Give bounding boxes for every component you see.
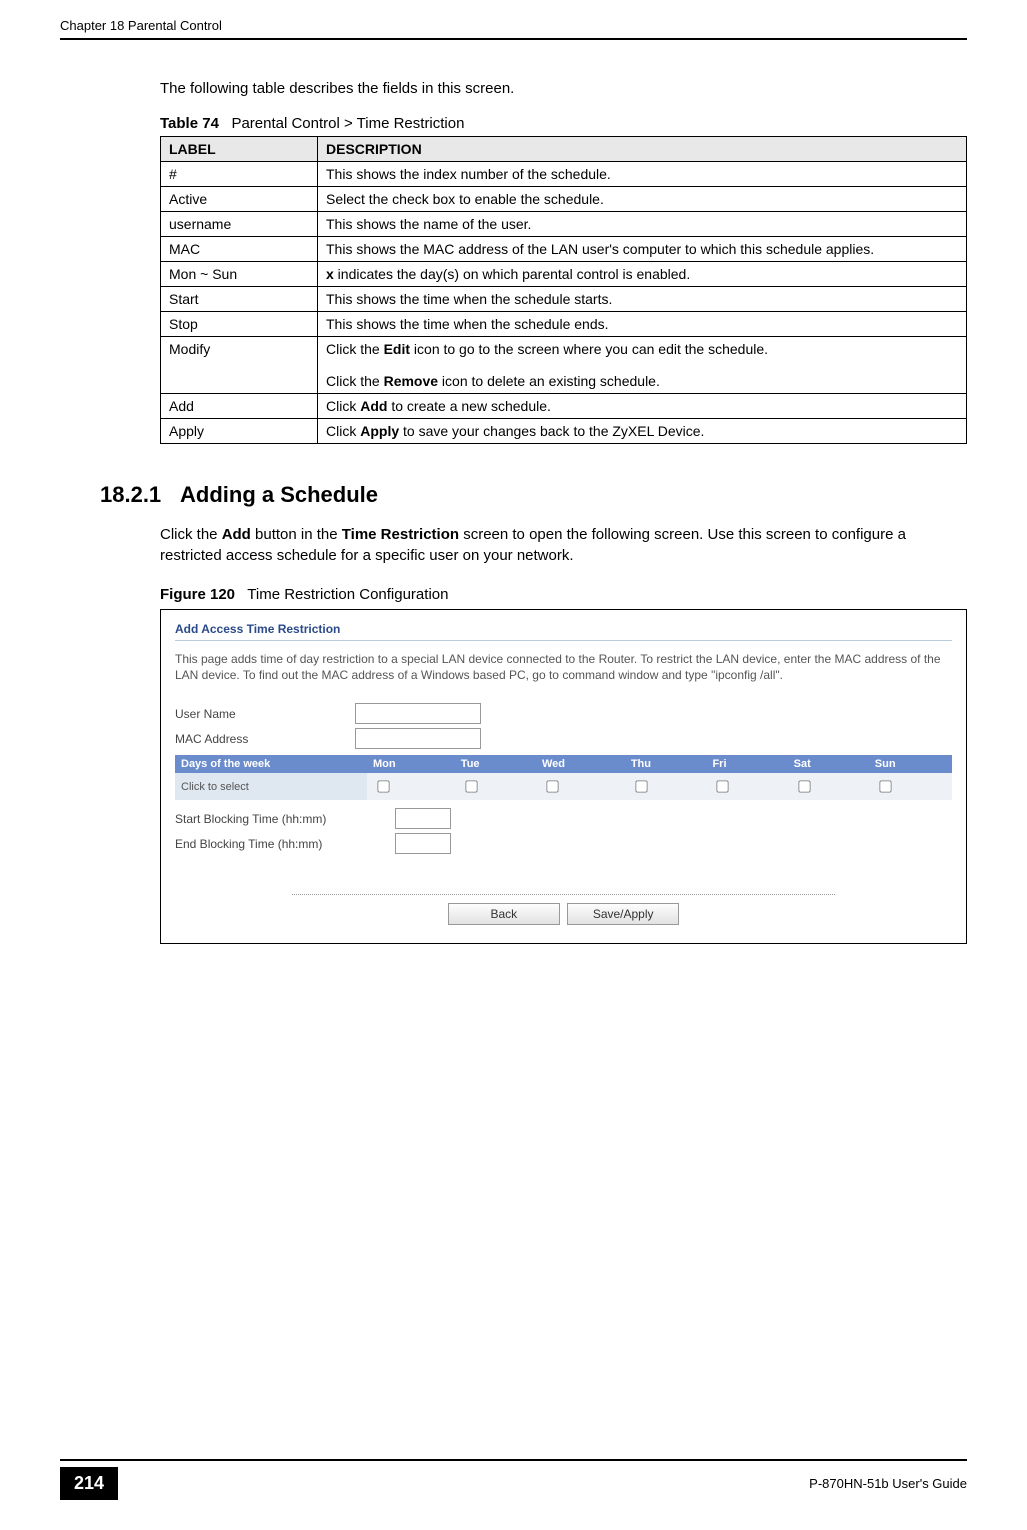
user-name-input[interactable] — [355, 703, 481, 724]
row-desc-bold: Remove — [384, 373, 438, 389]
table-row: Apply Click Apply to save your changes b… — [161, 419, 967, 444]
day-header-sat: Sat — [788, 755, 869, 773]
row-desc-text: indicates the day(s) on which parental c… — [334, 266, 690, 282]
row-label: Modify — [161, 337, 318, 394]
separator — [292, 894, 836, 895]
end-time-input[interactable] — [395, 833, 451, 854]
row-desc-text: Click the — [326, 373, 384, 389]
row-desc: Click Apply to save your changes back to… — [318, 419, 967, 444]
row-desc: This shows the name of the user. — [318, 212, 967, 237]
row-label: # — [161, 162, 318, 187]
body-bold: Time Restriction — [342, 526, 459, 543]
row-desc-text: Click — [326, 398, 360, 414]
chapter-header: Chapter 18 Parental Control — [60, 18, 222, 33]
col-header-label: LABEL — [161, 137, 318, 162]
day-checkbox-wed[interactable] — [546, 781, 558, 793]
section-heading: 18.2.1Adding a Schedule — [100, 482, 967, 508]
mac-address-input[interactable] — [355, 728, 481, 749]
mac-address-label: MAC Address — [175, 732, 355, 746]
row-desc: Select the check box to enable the sched… — [318, 187, 967, 212]
section-number: 18.2.1 — [100, 482, 180, 508]
back-button[interactable]: Back — [448, 903, 560, 925]
row-label: Add — [161, 394, 318, 419]
dialog-description: This page adds time of day restriction t… — [175, 651, 952, 683]
section-title: Adding a Schedule — [180, 482, 378, 507]
click-to-select-label: Click to select — [175, 773, 367, 800]
day-header-thu: Thu — [625, 755, 707, 773]
row-desc-text: icon to go to the screen where you can e… — [410, 341, 768, 357]
table-number: Table 74 — [160, 115, 219, 132]
body-text: button in the — [251, 526, 342, 543]
day-header-tue: Tue — [455, 755, 536, 773]
table-row: Add Click Add to create a new schedule. — [161, 394, 967, 419]
figure-number: Figure 120 — [160, 586, 235, 603]
section-body: Click the Add button in the Time Restric… — [160, 524, 967, 566]
body-text: Click the — [160, 526, 222, 543]
row-desc: x indicates the day(s) on which parental… — [318, 262, 967, 287]
day-checkbox-mon[interactable] — [377, 781, 389, 793]
table-row: # This shows the index number of the sch… — [161, 162, 967, 187]
figure-caption: Figure 120 Time Restriction Configuratio… — [160, 586, 967, 603]
table-row: Modify Click the Edit icon to go to the … — [161, 337, 967, 394]
days-of-week-table: Days of the week Mon Tue Wed Thu Fri Sat… — [175, 755, 952, 800]
day-header-mon: Mon — [367, 755, 455, 773]
row-label: Active — [161, 187, 318, 212]
row-desc: This shows the MAC address of the LAN us… — [318, 237, 967, 262]
table-row: Active Select the check box to enable th… — [161, 187, 967, 212]
user-name-label: User Name — [175, 707, 355, 721]
row-desc: This shows the time when the schedule st… — [318, 287, 967, 312]
row-label: Start — [161, 287, 318, 312]
table-row: Start This shows the time when the sched… — [161, 287, 967, 312]
row-desc: This shows the time when the schedule en… — [318, 312, 967, 337]
start-time-label: Start Blocking Time (hh:mm) — [175, 812, 395, 826]
row-label: Mon ~ Sun — [161, 262, 318, 287]
save-apply-button[interactable]: Save/Apply — [567, 903, 679, 925]
table-row: Stop This shows the time when the schedu… — [161, 312, 967, 337]
day-checkbox-fri[interactable] — [717, 781, 729, 793]
row-desc-text: to create a new schedule. — [387, 398, 550, 414]
row-label: Apply — [161, 419, 318, 444]
dialog-title: Add Access Time Restriction — [175, 622, 952, 641]
row-label: username — [161, 212, 318, 237]
figure-title: Time Restriction Configuration — [247, 586, 448, 603]
row-desc-bold: Apply — [360, 423, 399, 439]
day-checkbox-thu[interactable] — [635, 781, 647, 793]
day-header-sun: Sun — [869, 755, 952, 773]
row-desc-bold: Add — [360, 398, 387, 414]
day-checkbox-tue[interactable] — [465, 781, 477, 793]
row-desc-bold: Edit — [384, 341, 410, 357]
row-desc: Click Add to create a new schedule. — [318, 394, 967, 419]
table-caption: Table 74 Parental Control > Time Restric… — [160, 115, 967, 132]
day-checkbox-sat[interactable] — [798, 781, 810, 793]
page-footer: 214 P-870HN-51b User's Guide — [60, 1459, 967, 1500]
day-checkbox-sun[interactable] — [879, 781, 891, 793]
row-desc-text: Click the — [326, 341, 384, 357]
row-desc-text: Click — [326, 423, 360, 439]
row-desc-text: icon to delete an existing schedule. — [438, 373, 660, 389]
table-row: MAC This shows the MAC address of the LA… — [161, 237, 967, 262]
start-time-input[interactable] — [395, 808, 451, 829]
col-header-description: DESCRIPTION — [318, 137, 967, 162]
row-desc: Click the Edit icon to go to the screen … — [318, 337, 967, 394]
footer-rule — [60, 1459, 967, 1461]
day-header-wed: Wed — [536, 755, 625, 773]
description-table: LABEL DESCRIPTION # This shows the index… — [160, 136, 967, 444]
row-label: Stop — [161, 312, 318, 337]
body-bold: Add — [222, 526, 251, 543]
end-time-label: End Blocking Time (hh:mm) — [175, 837, 395, 851]
page-number: 214 — [60, 1467, 118, 1500]
row-desc-text: to save your changes back to the ZyXEL D… — [399, 423, 704, 439]
intro-paragraph: The following table describes the fields… — [160, 80, 967, 97]
table-row: username This shows the name of the user… — [161, 212, 967, 237]
day-header-fri: Fri — [706, 755, 787, 773]
dow-header: Days of the week — [175, 755, 367, 773]
guide-name: P-870HN-51b User's Guide — [809, 1476, 967, 1491]
row-desc: This shows the index number of the sched… — [318, 162, 967, 187]
table-row: Mon ~ Sun x indicates the day(s) on whic… — [161, 262, 967, 287]
figure-screenshot: Add Access Time Restriction This page ad… — [160, 609, 967, 944]
row-label: MAC — [161, 237, 318, 262]
table-title: Parental Control > Time Restriction — [231, 115, 464, 132]
row-desc-bold: x — [326, 266, 334, 282]
header-rule — [60, 38, 967, 40]
